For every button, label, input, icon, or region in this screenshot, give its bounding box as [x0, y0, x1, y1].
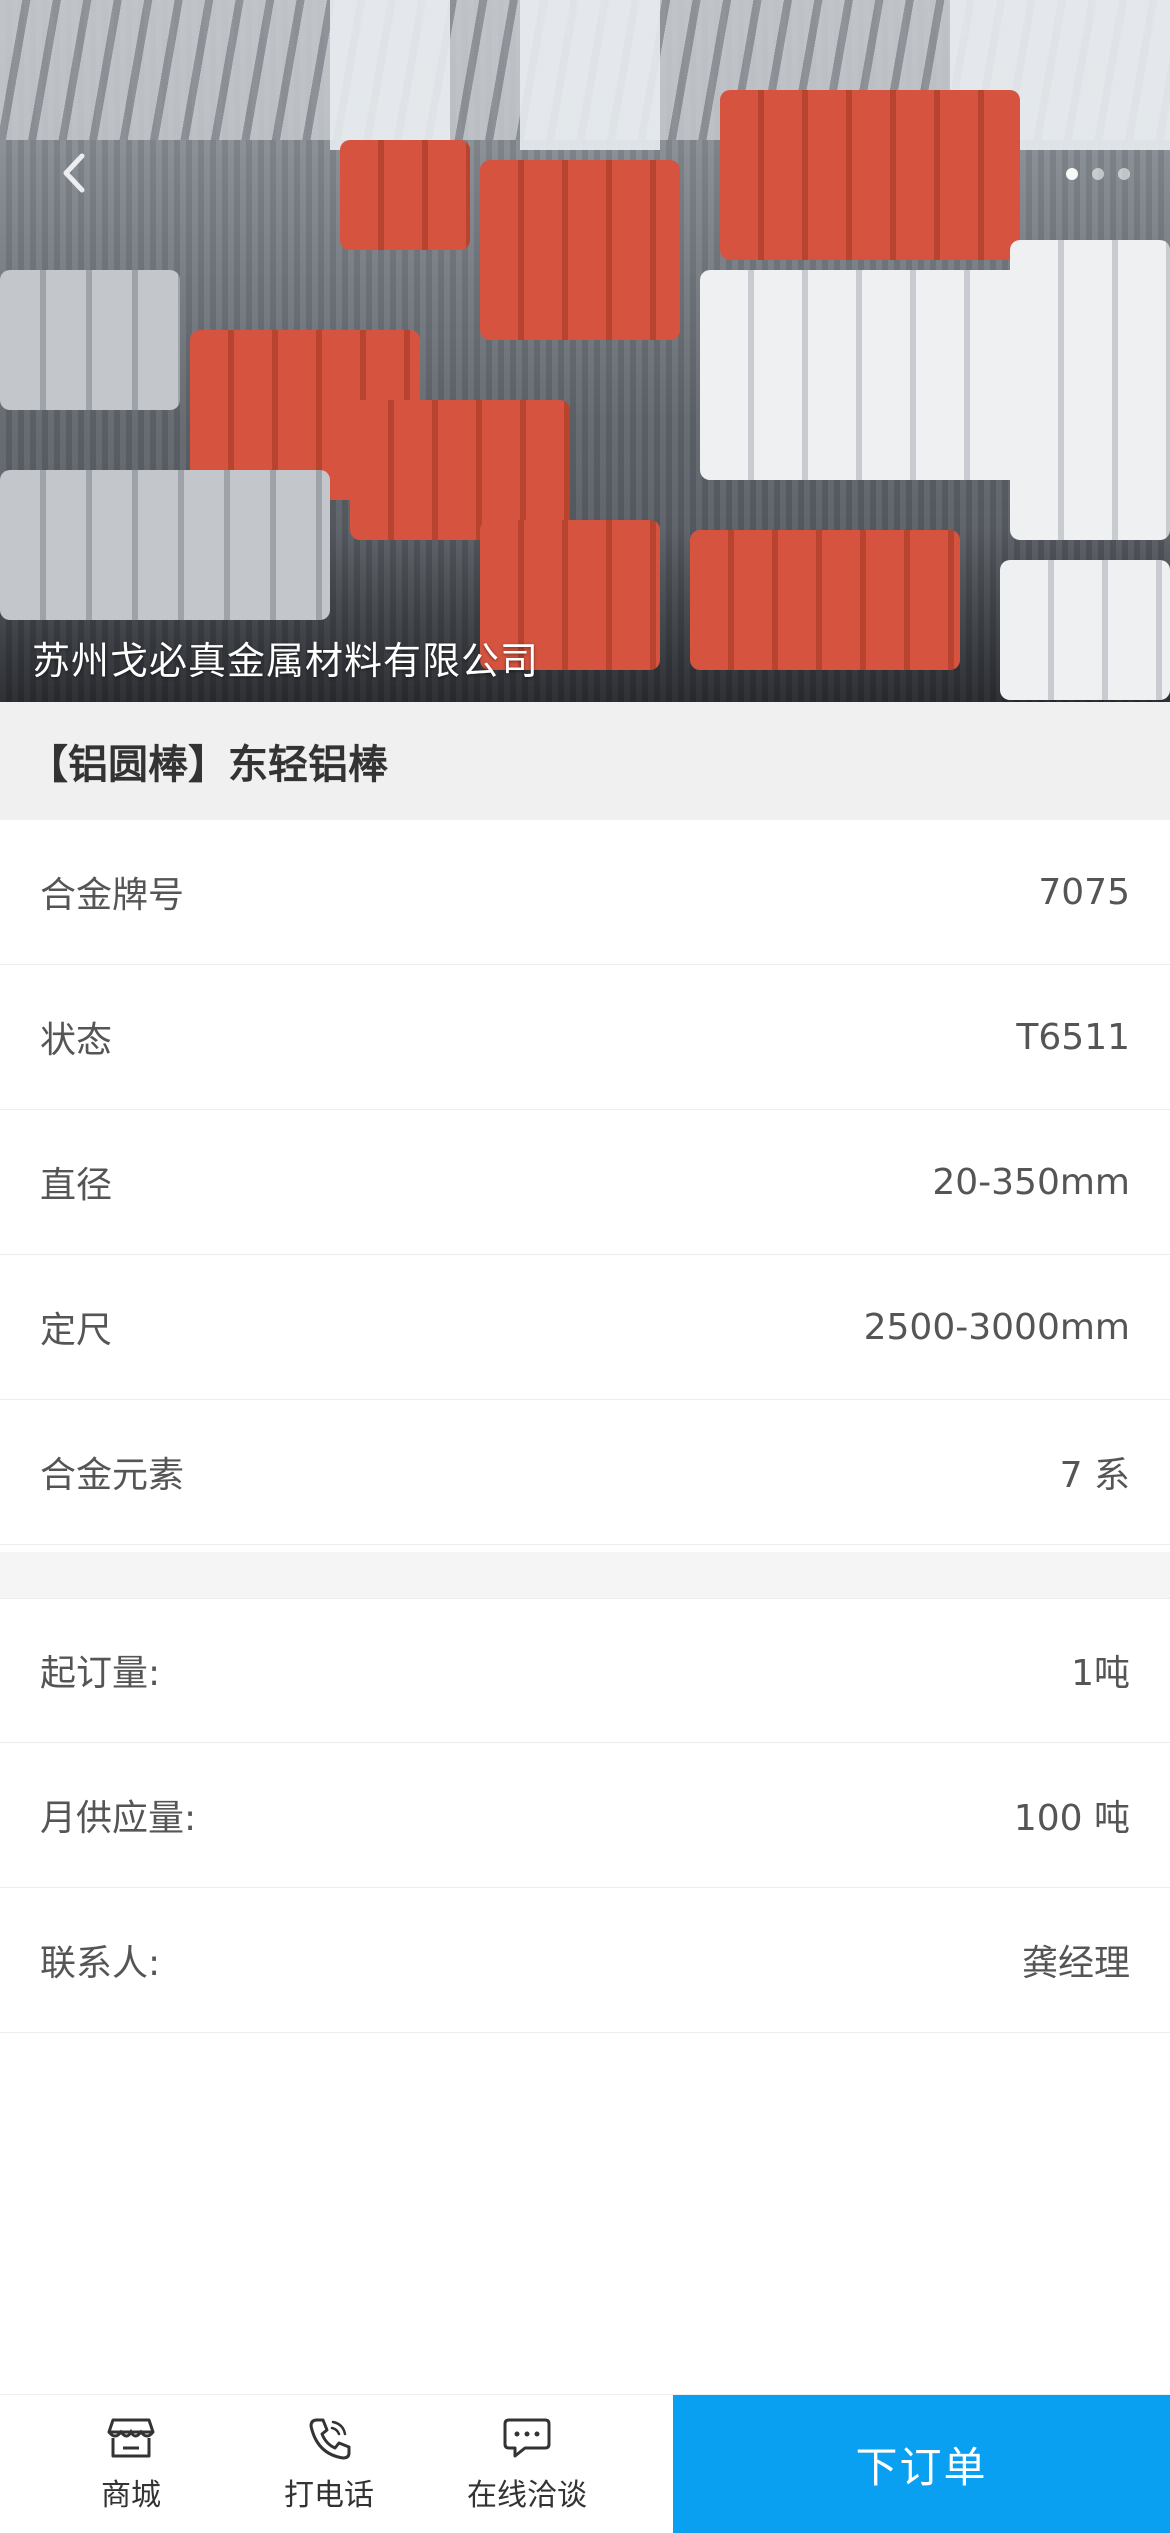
warehouse-window — [520, 0, 660, 150]
stock-bundle — [480, 160, 680, 340]
supply-label: 月供应量: — [40, 1798, 197, 1839]
supply-list: 起订量: 1吨 月供应量: 100 吨 联系人: 龚经理 — [0, 1598, 1170, 2033]
store-icon — [107, 2418, 155, 2458]
chat-button[interactable]: 在线洽谈 — [428, 2395, 626, 2533]
supply-value: 龚经理 — [1021, 1943, 1130, 1984]
supply-value: 1吨 — [1071, 1653, 1130, 1694]
call-button[interactable]: 打电话 — [230, 2395, 428, 2533]
carousel-dot — [1118, 168, 1130, 180]
stock-bundle — [0, 470, 330, 620]
stock-bundle — [1000, 560, 1170, 700]
section-divider — [0, 1552, 1170, 1599]
supply-row-monthly-supply: 月供应量: 100 吨 — [0, 1743, 1170, 1888]
spec-label: 定尺 — [40, 1310, 113, 1351]
company-name: 苏州戈必真金属材料有限公司 — [32, 639, 540, 683]
spec-value: T6511 — [1016, 1016, 1130, 1058]
stock-bundle — [1010, 240, 1170, 540]
chevron-left-icon — [63, 153, 85, 193]
shop-button[interactable]: 商城 — [32, 2395, 230, 2533]
stock-bundle — [690, 530, 960, 670]
spec-list: 合金牌号 7075 状态 T6511 直径 20-350mm 定尺 2500-3… — [0, 820, 1170, 1545]
place-order-button[interactable]: 下订单 — [673, 2395, 1170, 2533]
spec-row-diameter: 直径 20-350mm — [0, 1110, 1170, 1255]
bottom-action-bar: 商城 打电话 在线洽谈 下订单 — [0, 2394, 1170, 2533]
stock-bundle — [340, 140, 470, 250]
spec-label: 合金元素 — [40, 1455, 185, 1496]
supply-row-min-order: 起订量: 1吨 — [0, 1598, 1170, 1743]
spec-value: 7 系 — [1059, 1455, 1130, 1496]
stock-bundle — [720, 90, 1020, 260]
stock-bundle — [700, 270, 1020, 480]
spec-row-alloy-series: 合金元素 7 系 — [0, 1400, 1170, 1545]
supply-row-contact: 联系人: 龚经理 — [0, 1888, 1170, 2033]
stock-bundle — [0, 270, 180, 410]
chat-icon — [503, 2418, 551, 2458]
spec-value: 7075 — [1038, 871, 1130, 913]
spec-row-temper: 状态 T6511 — [0, 965, 1170, 1110]
product-title-bar: 【铝圆棒】东轻铝棒 — [0, 702, 1170, 820]
carousel-dot — [1066, 168, 1078, 180]
spec-label: 合金牌号 — [40, 875, 185, 916]
place-order-label: 下订单 — [855, 2442, 988, 2492]
spec-row-alloy-grade: 合金牌号 7075 — [0, 820, 1170, 965]
spec-value: 20-350mm — [932, 1161, 1130, 1203]
supply-label: 起订量: — [40, 1653, 161, 1694]
stock-bundle — [350, 400, 570, 540]
spec-label: 直径 — [40, 1165, 113, 1206]
warehouse-window — [330, 0, 450, 150]
product-title: 【铝圆棒】东轻铝棒 — [28, 742, 388, 788]
supply-value: 100 吨 — [1013, 1798, 1130, 1839]
shop-label: 商城 — [101, 2478, 161, 2513]
phone-icon — [309, 2418, 351, 2460]
spec-row-length: 定尺 2500-3000mm — [0, 1255, 1170, 1400]
spec-value: 2500-3000mm — [863, 1306, 1130, 1348]
supply-label: 联系人: — [40, 1943, 161, 1984]
back-button[interactable] — [52, 150, 98, 196]
call-label: 打电话 — [284, 2478, 374, 2513]
chat-label: 在线洽谈 — [467, 2478, 587, 2513]
carousel-indicator — [1066, 168, 1130, 180]
spec-label: 状态 — [40, 1020, 113, 1061]
carousel-dot — [1092, 168, 1104, 180]
product-image-carousel[interactable]: 苏州戈必真金属材料有限公司 — [0, 0, 1170, 702]
